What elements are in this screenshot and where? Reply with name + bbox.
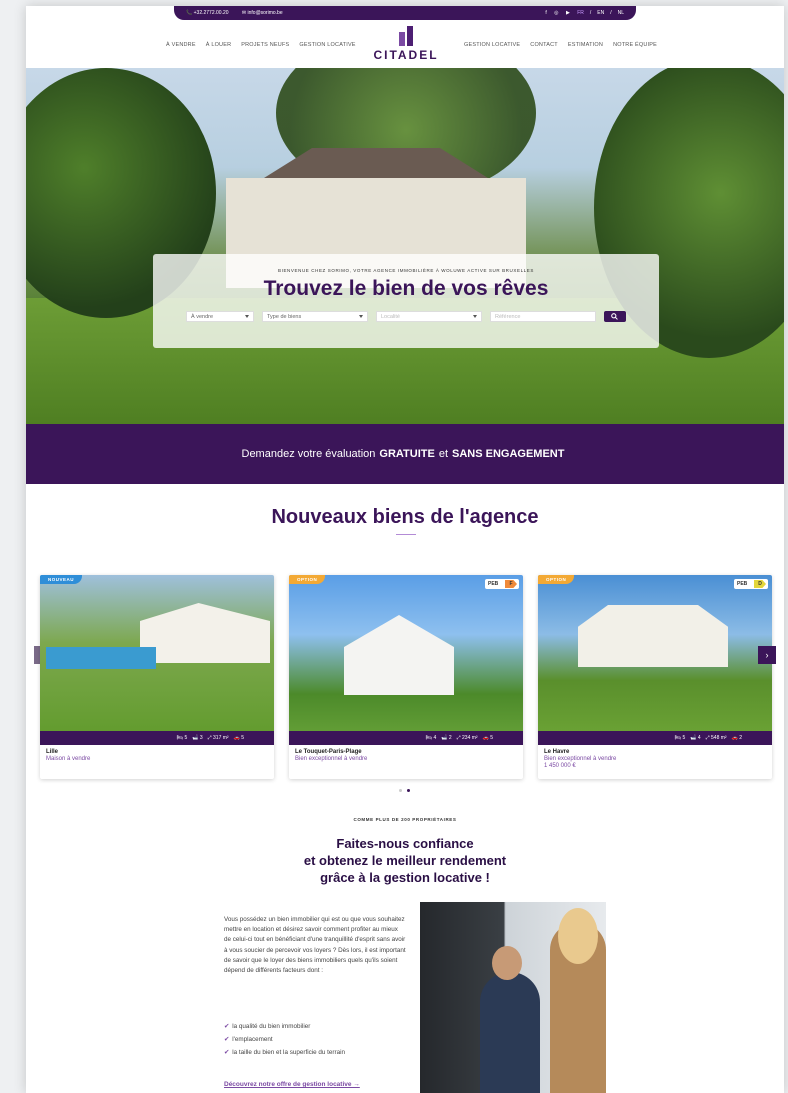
search-icon [611, 313, 618, 320]
trust-factors-list: ✔ la qualité du bien immobilier ✔ l'emplac… [224, 1023, 345, 1062]
phone-link[interactable]: 📞 +32.2772.00.20 [186, 10, 235, 16]
property-specs: 🛏 5 🛁 4 ⤢ 548 m² 🚗 2 [538, 731, 772, 745]
nav-a-vendre[interactable]: À VENDRE [166, 42, 196, 48]
facebook-icon[interactable]: f [545, 10, 546, 16]
nav-gestion-locative-2[interactable]: GESTION LOCATIVE [464, 42, 520, 48]
check-icon: ✔ [224, 1036, 230, 1043]
property-city: Le Touquet-Paris-Plage [295, 749, 362, 755]
chevron-down-icon [245, 315, 249, 318]
peb-label: PEB F [485, 579, 519, 589]
carousel-dot[interactable] [399, 789, 402, 792]
title-underline [396, 534, 416, 535]
nav-a-louer[interactable]: À LOUER [206, 42, 232, 48]
property-photo: OPTION PEB D 🛏 5 🛁 4 ⤢ 548 m² 🚗 2 [538, 575, 772, 745]
youtube-icon[interactable]: ▶ [566, 10, 570, 16]
search-form: À vendre Type de biens Localité Référenc… [153, 311, 659, 322]
trust-title: Faites-nous confiance et obtenez le meil… [303, 836, 507, 885]
nav-estimation[interactable]: ESTIMATION [568, 42, 603, 48]
trust-photo [420, 902, 606, 1093]
nav-gestion-locative[interactable]: GESTION LOCATIVE [299, 42, 355, 48]
nav-right: GESTION LOCATIVE CONTACT ESTIMATION NOTR… [464, 42, 657, 48]
property-city: Lille [46, 749, 59, 755]
lang-en[interactable]: EN [597, 10, 604, 16]
type-select[interactable]: Type de biens [262, 311, 368, 322]
trust-kicker: COMME PLUS DE 200 PROPRIÉTAIRES [353, 817, 457, 822]
status-badge: NOUVEAU [40, 575, 83, 584]
mode-select[interactable]: À vendre [186, 311, 254, 322]
property-type: Bien exceptionnel à vendre [295, 756, 368, 762]
list-item: ✔ l'emplacement [224, 1036, 273, 1043]
property-specs: 🛏 4 🛁 2 ⤢ 234 m² 🚗 5 [289, 731, 523, 745]
top-contact-bar: 📞 +32.2772.00.20 ✉ info@sorimo.be f ◎ ▶ … [174, 6, 636, 20]
check-icon: ✔ [224, 1023, 230, 1030]
logo-mark-icon [398, 26, 414, 46]
property-card[interactable]: NOUVEAU 🛏 5 🛁 3 ⤢ 317 m² 🚗 5 Lille Maiso… [40, 575, 274, 779]
property-type: Maison à vendre [46, 756, 91, 762]
status-badge: OPTION [538, 575, 575, 584]
locality-select[interactable]: Localité [376, 311, 482, 322]
hero-title: Trouvez le bien de vos rêves [263, 277, 549, 300]
nav-projets-neufs[interactable]: PROJETS NEUFS [241, 42, 289, 48]
site-logo[interactable]: CITADEL [368, 26, 444, 66]
property-specs: 🛏 5 🛁 3 ⤢ 317 m² 🚗 5 [40, 731, 274, 745]
property-photo: NOUVEAU 🛏 5 🛁 3 ⤢ 317 m² 🚗 5 [40, 575, 274, 745]
carousel-dot-active[interactable] [407, 789, 410, 792]
reference-input[interactable]: Référence [490, 311, 596, 322]
page-frame: 📞 +32.2772.00.20 ✉ info@sorimo.be f ◎ ▶ … [26, 6, 784, 1093]
property-type: Bien exceptionnel à vendre [544, 756, 617, 762]
property-city: Le Havre [544, 749, 570, 755]
property-price: 1 450 000 € [544, 763, 576, 769]
chevron-down-icon [359, 315, 363, 318]
property-photo: OPTION PEB F 🛏 4 🛁 2 ⤢ 234 m² 🚗 5 [289, 575, 523, 745]
listings-title: Nouveaux biens de l'agence [271, 506, 539, 528]
status-badge: OPTION [289, 575, 326, 584]
list-item: ✔ la qualité du bien immobilier [224, 1023, 311, 1030]
search-button[interactable] [604, 311, 626, 322]
evaluation-banner[interactable]: Demandez votre évaluation GRATUITE et SA… [26, 424, 784, 484]
email-link[interactable]: ✉ info@sorimo.be [242, 10, 289, 16]
hero-search-box: BIENVENUE CHEZ SORIMO, VOTRE AGENCE IMMO… [153, 254, 659, 348]
nav-notre-equipe[interactable]: NOTRE ÉQUIPE [613, 42, 657, 48]
nav-contact[interactable]: CONTACT [530, 42, 558, 48]
lang-fr[interactable]: FR [577, 10, 584, 16]
list-item: ✔ la taille du bien et la superficie du t… [224, 1049, 345, 1056]
lang-nl[interactable]: NL [618, 10, 624, 16]
hero-section: BIENVENUE CHEZ SORIMO, VOTRE AGENCE IMMO… [26, 68, 784, 424]
chevron-down-icon [473, 315, 477, 318]
hero-kicker: BIENVENUE CHEZ SORIMO, VOTRE AGENCE IMMO… [278, 268, 534, 273]
site-header: À VENDRE À LOUER PROJETS NEUFS GESTION L… [26, 20, 784, 70]
instagram-icon[interactable]: ◎ [554, 10, 558, 16]
carousel-next-button[interactable]: › [758, 646, 776, 664]
trust-paragraph: Vous possédez un bien immobilier qui est… [224, 916, 406, 975]
nav-left: À VENDRE À LOUER PROJETS NEUFS GESTION L… [166, 42, 356, 48]
property-card[interactable]: OPTION PEB D 🛏 5 🛁 4 ⤢ 548 m² 🚗 2 Le Havr… [538, 575, 772, 779]
carousel-dots [399, 789, 410, 792]
property-card[interactable]: OPTION PEB F 🛏 4 🛁 2 ⤢ 234 m² 🚗 5 Le Touq… [289, 575, 523, 779]
peb-label: PEB D [734, 579, 768, 589]
check-icon: ✔ [224, 1049, 230, 1056]
gestion-locative-link[interactable]: Découvrez notre offre de gestion locativ… [224, 1081, 360, 1088]
